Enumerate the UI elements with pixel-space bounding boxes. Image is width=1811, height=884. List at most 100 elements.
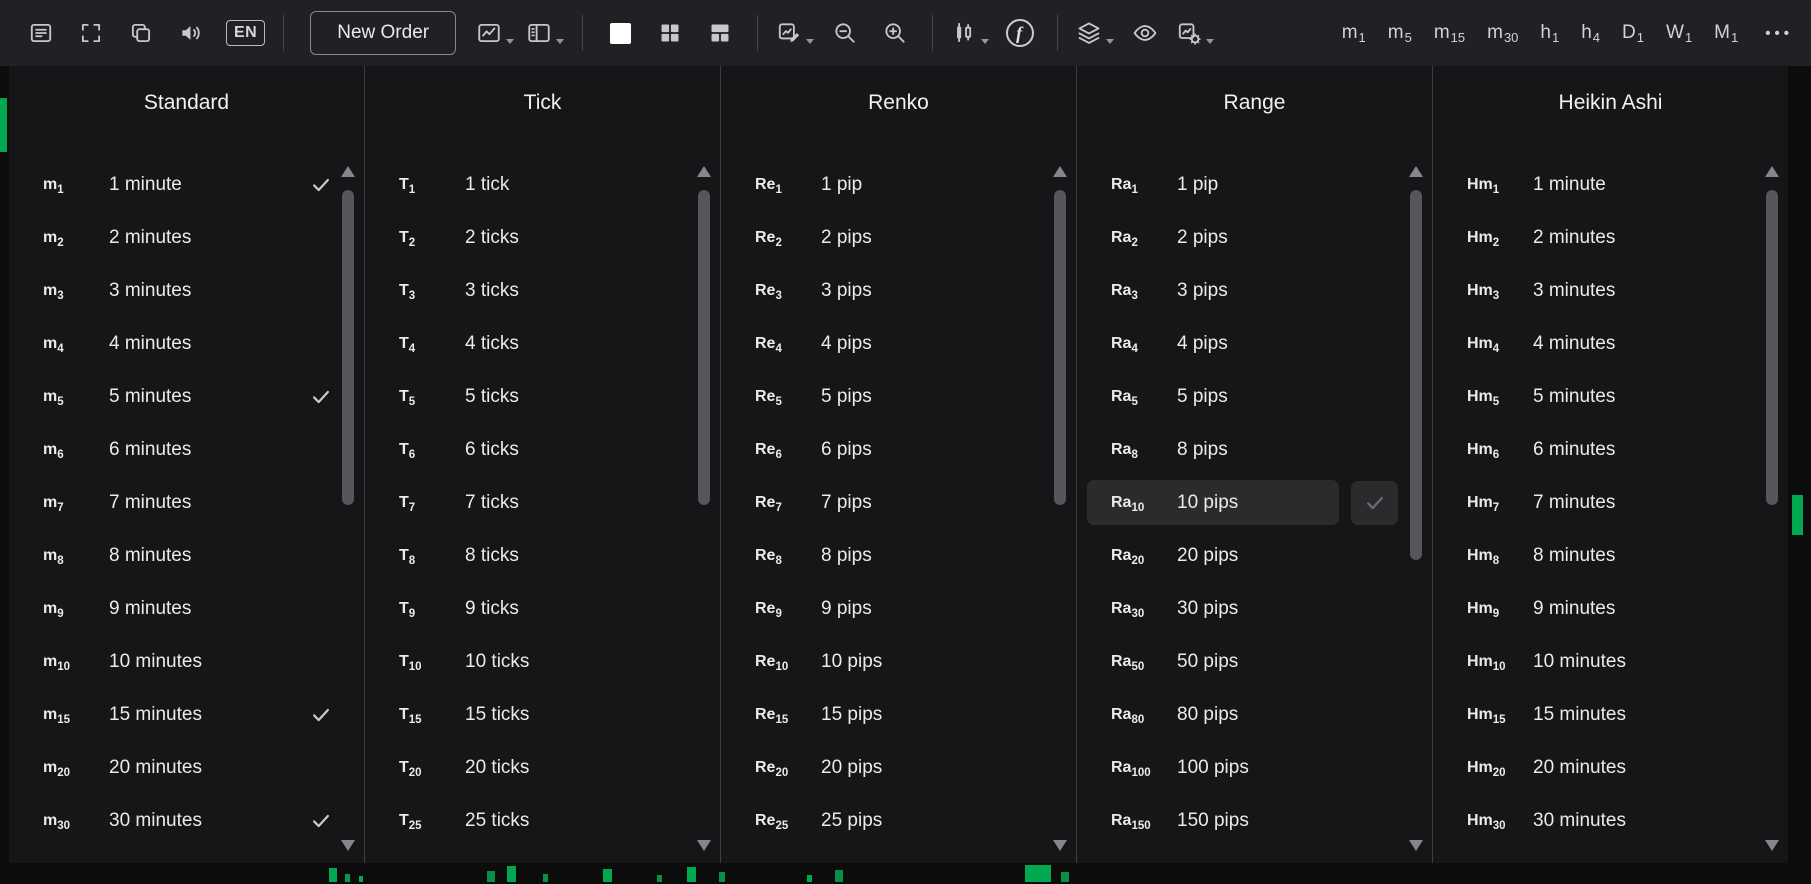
timeframe-item-t8[interactable]: T8 8 ticks bbox=[399, 529, 690, 582]
timeframe-item-m15[interactable]: m15 15 minutes bbox=[43, 688, 334, 741]
timeframe-item-re25[interactable]: Re25 25 pips bbox=[755, 794, 1046, 847]
sound-icon[interactable] bbox=[168, 8, 214, 58]
timeframe-item-hm2[interactable]: Hm2 2 minutes bbox=[1467, 211, 1758, 264]
split-layout-icon[interactable] bbox=[697, 8, 743, 58]
timeframe-item-ra50[interactable]: Ra50 50 pips bbox=[1111, 635, 1402, 688]
timeframe-item-m8[interactable]: m8 8 minutes bbox=[43, 529, 334, 582]
timeframe-item-ra80[interactable]: Ra80 80 pips bbox=[1111, 688, 1402, 741]
scroll-down-arrow[interactable] bbox=[1765, 840, 1779, 851]
timeframe-item-ra4[interactable]: Ra4 4 pips bbox=[1111, 317, 1402, 370]
timeframe-item-re8[interactable]: Re8 8 pips bbox=[755, 529, 1046, 582]
timeframe-item-re20[interactable]: Re20 20 pips bbox=[755, 741, 1046, 794]
new-order-button[interactable]: New Order bbox=[310, 11, 457, 55]
timeframe-item-hm1[interactable]: Hm1 1 minute bbox=[1467, 158, 1758, 211]
timeframe-item-re1[interactable]: Re1 1 pip bbox=[755, 158, 1046, 211]
eye-icon[interactable] bbox=[1122, 8, 1168, 58]
timeframe-item-t10[interactable]: T10 10 ticks bbox=[399, 635, 690, 688]
scroll-down-arrow[interactable] bbox=[697, 840, 711, 851]
quick-timeframe-W1[interactable]: W1 bbox=[1655, 14, 1703, 52]
timeframe-item-ra2[interactable]: Ra2 2 pips bbox=[1111, 211, 1402, 264]
scrollbar[interactable] bbox=[1409, 166, 1423, 851]
scroll-up-arrow[interactable] bbox=[1765, 166, 1779, 177]
timeframe-item-t2[interactable]: T2 2 ticks bbox=[399, 211, 690, 264]
timeframe-item-m30[interactable]: m30 30 minutes bbox=[43, 794, 334, 847]
timeframe-item-t1[interactable]: T1 1 tick bbox=[399, 158, 690, 211]
timeframe-item-t4[interactable]: T4 4 ticks bbox=[399, 317, 690, 370]
scrollbar-thumb[interactable] bbox=[1410, 190, 1422, 560]
timeframe-item-m5[interactable]: m5 5 minutes bbox=[43, 370, 334, 423]
timeframe-item-ra150[interactable]: Ra150 150 pips bbox=[1111, 794, 1402, 847]
timeframe-item-m6[interactable]: m6 6 minutes bbox=[43, 423, 334, 476]
layers-icon[interactable] bbox=[1072, 8, 1118, 58]
scroll-down-arrow[interactable] bbox=[341, 840, 355, 851]
timeframe-item-re9[interactable]: Re9 9 pips bbox=[755, 582, 1046, 635]
scroll-up-arrow[interactable] bbox=[1053, 166, 1067, 177]
timeframe-item-re4[interactable]: Re4 4 pips bbox=[755, 317, 1046, 370]
timeframe-item-hm3[interactable]: Hm3 3 minutes bbox=[1467, 264, 1758, 317]
chart-layout-icon[interactable] bbox=[522, 8, 568, 58]
timeframe-item-t3[interactable]: T3 3 ticks bbox=[399, 264, 690, 317]
timeframe-item-ra20[interactable]: Ra20 20 pips bbox=[1111, 529, 1402, 582]
language-button[interactable]: EN bbox=[226, 20, 266, 46]
timeframe-item-hm10[interactable]: Hm10 10 minutes bbox=[1467, 635, 1758, 688]
timeframe-item-hm7[interactable]: Hm7 7 minutes bbox=[1467, 476, 1758, 529]
selected-check-button[interactable] bbox=[1351, 480, 1398, 525]
timeframe-item-m1[interactable]: m1 1 minute bbox=[43, 158, 334, 211]
timeframe-item-m7[interactable]: m7 7 minutes bbox=[43, 476, 334, 529]
more-button[interactable]: ••• bbox=[1749, 15, 1797, 52]
timeframe-item-ra3[interactable]: Ra3 3 pips bbox=[1111, 264, 1402, 317]
timeframe-item-hm9[interactable]: Hm9 9 minutes bbox=[1467, 582, 1758, 635]
timeframe-item-t15[interactable]: T15 15 ticks bbox=[399, 688, 690, 741]
timeframe-item-ra30[interactable]: Ra30 30 pips bbox=[1111, 582, 1402, 635]
scrollbar[interactable] bbox=[1053, 166, 1067, 851]
timeframe-item-m10[interactable]: m10 10 minutes bbox=[43, 635, 334, 688]
timeframe-item-m9[interactable]: m9 9 minutes bbox=[43, 582, 334, 635]
fx-symbol-icon[interactable]: f bbox=[997, 8, 1043, 58]
timeframe-item-m3[interactable]: m3 3 minutes bbox=[43, 264, 334, 317]
timeframe-item-hm8[interactable]: Hm8 8 minutes bbox=[1467, 529, 1758, 582]
timeframe-item-hm6[interactable]: Hm6 6 minutes bbox=[1467, 423, 1758, 476]
quick-timeframe-m15[interactable]: m15 bbox=[1423, 14, 1476, 52]
timeframe-item-hm15[interactable]: Hm15 15 minutes bbox=[1467, 688, 1758, 741]
scrollbar[interactable] bbox=[341, 166, 355, 851]
timeframe-item-ra100[interactable]: Ra100 100 pips bbox=[1111, 741, 1402, 794]
zoom-out-icon[interactable] bbox=[822, 8, 868, 58]
active-symbol-panel-icon[interactable] bbox=[18, 8, 64, 58]
chart-edit-icon[interactable] bbox=[772, 8, 818, 58]
chart-settings-icon[interactable] bbox=[1172, 8, 1218, 58]
timeframe-item-ra8[interactable]: Ra8 8 pips bbox=[1111, 423, 1402, 476]
timeframe-item-hm30[interactable]: Hm30 30 minutes bbox=[1467, 794, 1758, 847]
timeframe-item-re10[interactable]: Re10 10 pips bbox=[755, 635, 1046, 688]
timeframe-item-t25[interactable]: T25 25 ticks bbox=[399, 794, 690, 847]
timeframe-item-t7[interactable]: T7 7 ticks bbox=[399, 476, 690, 529]
timeframe-item-t5[interactable]: T5 5 ticks bbox=[399, 370, 690, 423]
scroll-up-arrow[interactable] bbox=[697, 166, 711, 177]
timeframe-item-ra5[interactable]: Ra5 5 pips bbox=[1111, 370, 1402, 423]
zoom-in-icon[interactable] bbox=[872, 8, 918, 58]
scroll-down-arrow[interactable] bbox=[1409, 840, 1423, 851]
timeframe-item-re15[interactable]: Re15 15 pips bbox=[755, 688, 1046, 741]
scrollbar[interactable] bbox=[697, 166, 711, 851]
timeframe-item-m2[interactable]: m2 2 minutes bbox=[43, 211, 334, 264]
scrollbar-thumb[interactable] bbox=[1766, 190, 1778, 506]
scrollbar-thumb[interactable] bbox=[698, 190, 710, 506]
timeframe-item-ra1[interactable]: Ra1 1 pip bbox=[1111, 158, 1402, 211]
timeframe-item-re3[interactable]: Re3 3 pips bbox=[755, 264, 1046, 317]
timeframe-item-re7[interactable]: Re7 7 pips bbox=[755, 476, 1046, 529]
timeframe-item-m20[interactable]: m20 20 minutes bbox=[43, 741, 334, 794]
timeframe-item-re6[interactable]: Re6 6 pips bbox=[755, 423, 1046, 476]
single-chart-layout-icon[interactable] bbox=[597, 8, 643, 58]
quick-timeframe-m30[interactable]: m30 bbox=[1476, 14, 1529, 52]
timeframe-item-t6[interactable]: T6 6 ticks bbox=[399, 423, 690, 476]
timeframe-item-m4[interactable]: m4 4 minutes bbox=[43, 317, 334, 370]
timeframe-item-re5[interactable]: Re5 5 pips bbox=[755, 370, 1046, 423]
scroll-down-arrow[interactable] bbox=[1053, 840, 1067, 851]
quick-timeframe-m5[interactable]: m5 bbox=[1377, 14, 1423, 52]
timeframe-item-re2[interactable]: Re2 2 pips bbox=[755, 211, 1046, 264]
scroll-up-arrow[interactable] bbox=[1409, 166, 1423, 177]
timeframe-item-hm4[interactable]: Hm4 4 minutes bbox=[1467, 317, 1758, 370]
timeframe-item-t9[interactable]: T9 9 ticks bbox=[399, 582, 690, 635]
chart-display-icon[interactable] bbox=[472, 8, 518, 58]
timeframe-item-hm20[interactable]: Hm20 20 minutes bbox=[1467, 741, 1758, 794]
timeframe-item-ra10[interactable]: Ra10 10 pips bbox=[1087, 476, 1402, 529]
